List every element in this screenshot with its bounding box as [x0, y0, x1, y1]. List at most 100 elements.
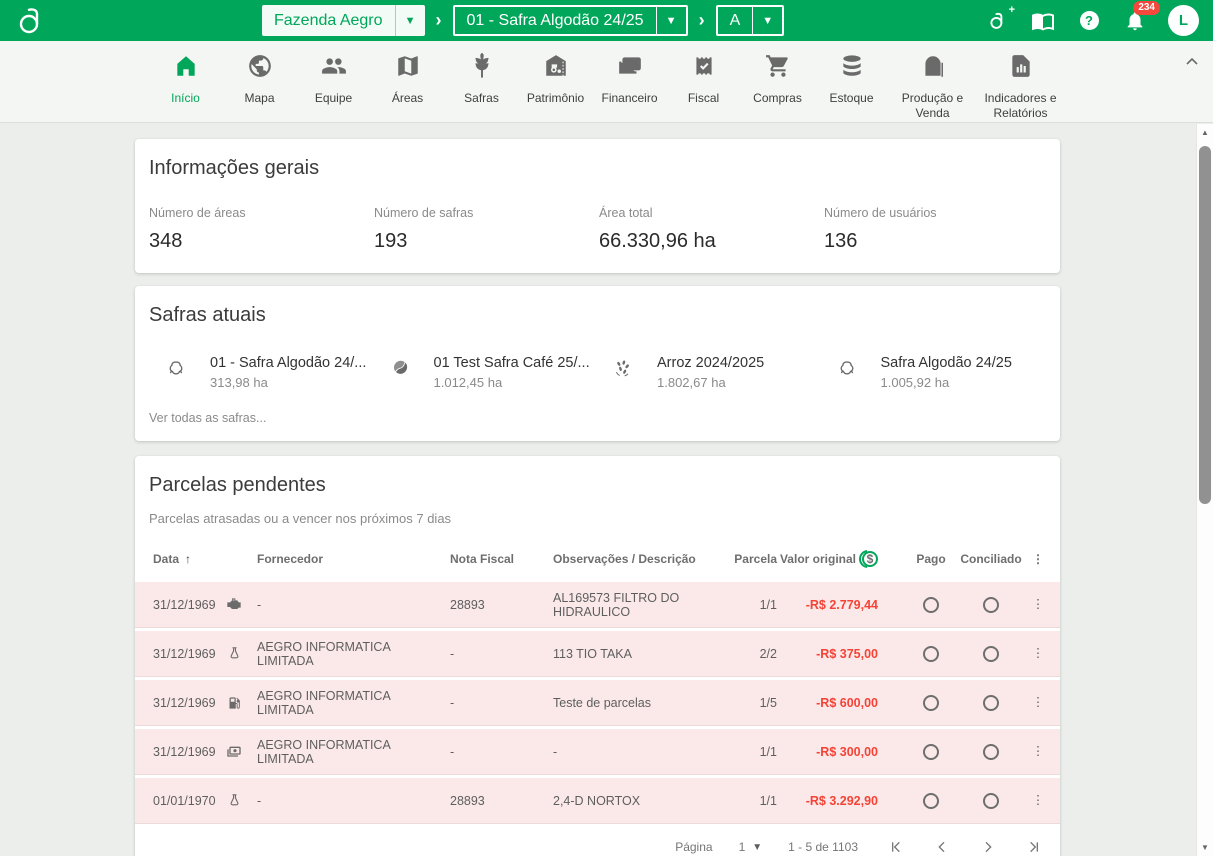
- row-menu-button[interactable]: ⋮: [1023, 794, 1053, 807]
- column-header-nota-fiscal[interactable]: Nota Fiscal: [450, 552, 535, 566]
- nav-item-equipe[interactable]: Equipe: [297, 53, 371, 121]
- paid-radio[interactable]: [923, 793, 939, 809]
- paid-radio[interactable]: [923, 744, 939, 760]
- cell-invoice: 28893: [450, 794, 535, 808]
- column-header-fornecedor[interactable]: Fornecedor: [257, 552, 437, 566]
- home-icon: [173, 53, 199, 84]
- cell-installment: 1/1: [728, 598, 777, 612]
- chevron-down-icon[interactable]: ▼: [395, 5, 425, 36]
- page-select[interactable]: 1 ▼: [739, 840, 763, 854]
- add-account-icon[interactable]: +: [984, 8, 1010, 34]
- nav-item-compras[interactable]: Compras: [741, 53, 815, 121]
- help-icon[interactable]: ?: [1076, 8, 1102, 34]
- cell-value: -R$ 375,00: [777, 647, 878, 661]
- first-page-button[interactable]: [888, 839, 904, 855]
- column-header-valor[interactable]: Valor original $: [777, 551, 878, 567]
- row-menu-button[interactable]: ⋮: [1023, 745, 1053, 758]
- collapse-nav-icon[interactable]: [1185, 53, 1199, 71]
- cell-value: -R$ 600,00: [777, 696, 878, 710]
- cell-supplier: AEGRO INFORMATICA LIMITADA: [257, 640, 437, 668]
- cell-description: AL169573 FILTRO DO HIDRAULICO: [553, 591, 728, 619]
- rice-icon: [613, 357, 637, 390]
- cell-date: 31/12/1969: [153, 647, 221, 661]
- cell-supplier: AEGRO INFORMATICA LIMITADA: [257, 689, 437, 717]
- nav-item-patrimonio[interactable]: Patrimônio: [519, 53, 593, 121]
- breadcrumb-separator-icon: ›: [425, 10, 453, 31]
- reconciled-radio[interactable]: [983, 646, 999, 662]
- chevron-down-icon[interactable]: ▼: [752, 7, 782, 34]
- sort-asc-icon: ↑: [185, 552, 191, 566]
- season-item[interactable]: Safra Algodão 24/25 1.005,92 ha: [837, 355, 1061, 390]
- season-item[interactable]: 01 Test Safra Café 25/... 1.012,45 ha: [390, 355, 614, 390]
- reconciled-radio[interactable]: [983, 744, 999, 760]
- row-menu-button[interactable]: ⋮: [1023, 647, 1053, 660]
- next-page-button[interactable]: [980, 839, 996, 855]
- column-header-data[interactable]: Data↑: [153, 552, 221, 566]
- nav-item-financeiro[interactable]: Financeiro: [593, 53, 667, 121]
- column-header-conciliado[interactable]: Conciliado: [959, 552, 1023, 566]
- cell-description: -: [553, 745, 728, 759]
- previous-page-button[interactable]: [934, 839, 950, 855]
- notification-count-badge: 234: [1133, 1, 1160, 15]
- scroll-down-icon[interactable]: ▼: [1197, 843, 1213, 852]
- wheat-icon: [469, 53, 495, 84]
- reconciled-radio[interactable]: [983, 597, 999, 613]
- nav-item-fiscal[interactable]: Fiscal: [667, 53, 741, 121]
- cell-value: -R$ 3.292,90: [777, 794, 878, 808]
- view-all-seasons-link[interactable]: Ver todas as safras...: [149, 411, 266, 425]
- last-page-button[interactable]: [1026, 839, 1042, 855]
- cell-supplier: -: [257, 794, 437, 808]
- scrollbar-thumb[interactable]: [1199, 146, 1211, 504]
- reconciled-radio[interactable]: [983, 793, 999, 809]
- cell-installment: 2/2: [728, 647, 777, 661]
- cell-description: Teste de parcelas: [553, 696, 728, 710]
- season-item[interactable]: Arroz 2024/2025 1.802,67 ha: [613, 355, 837, 390]
- silo-icon: [920, 53, 946, 84]
- column-header-parcela[interactable]: Parcela: [728, 552, 777, 566]
- knowledge-book-icon[interactable]: [1030, 8, 1056, 34]
- paid-radio[interactable]: [923, 597, 939, 613]
- vertical-scrollbar[interactable]: ▲ ▼: [1196, 124, 1213, 856]
- season-item[interactable]: 01 - Safra Algodão 24/... 313,98 ha: [166, 355, 390, 390]
- column-header-pago[interactable]: Pago: [903, 552, 959, 566]
- cell-invoice: -: [450, 647, 535, 661]
- cell-invoice: -: [450, 745, 535, 759]
- farm-selector[interactable]: Fazenda Aegro ▼: [262, 5, 425, 36]
- cell-value: -R$ 300,00: [777, 745, 878, 759]
- reconciled-radio[interactable]: [983, 695, 999, 711]
- nav-item-safras[interactable]: Safras: [445, 53, 519, 121]
- table-menu-button[interactable]: ⋮: [1023, 553, 1053, 565]
- receipt-check-icon: [691, 53, 717, 84]
- cell-invoice: 28893: [450, 598, 535, 612]
- paid-radio[interactable]: [923, 646, 939, 662]
- scroll-up-icon[interactable]: ▲: [1197, 128, 1213, 137]
- table-row[interactable]: 31/12/1969 AEGRO INFORMATICA LIMITADA - …: [135, 631, 1060, 677]
- nav-item-areas[interactable]: Áreas: [371, 53, 445, 121]
- area-selector[interactable]: A ▼: [716, 5, 785, 36]
- notifications-bell-icon[interactable]: 234: [1122, 8, 1148, 34]
- season-selector-label: 01 - Safra Algodão 24/25: [455, 12, 656, 30]
- breadcrumb: Fazenda Aegro ▼ › 01 - Safra Algodão 24/…: [262, 0, 784, 41]
- aegro-logo-icon[interactable]: [14, 5, 54, 37]
- nav-item-inicio[interactable]: Início: [149, 53, 223, 121]
- column-header-observacoes[interactable]: Observações / Descrição: [553, 552, 728, 566]
- season-selector[interactable]: 01 - Safra Algodão 24/25 ▼: [453, 5, 688, 36]
- nav-item-estoque[interactable]: Estoque: [815, 53, 889, 121]
- cell-date: 31/12/1969: [153, 745, 221, 759]
- cotton-icon: [837, 357, 861, 390]
- chevron-down-icon[interactable]: ▼: [656, 7, 686, 34]
- row-menu-button[interactable]: ⋮: [1023, 598, 1053, 611]
- table-row[interactable]: 31/12/1969 - 28893 AL169573 FILTRO DO HI…: [135, 582, 1060, 628]
- avatar[interactable]: L: [1168, 5, 1199, 36]
- stat-usuarios: Número de usuários 136: [824, 206, 1049, 253]
- row-menu-button[interactable]: ⋮: [1023, 696, 1053, 709]
- paid-radio[interactable]: [923, 695, 939, 711]
- nav-item-producao-e-venda[interactable]: Produção e Venda: [889, 53, 977, 121]
- table-row[interactable]: 31/12/1969 AEGRO INFORMATICA LIMITADA - …: [135, 680, 1060, 726]
- nav-item-indicadores-e-relatorios[interactable]: Indicadores e Relatórios: [977, 53, 1065, 121]
- nav-item-mapa[interactable]: Mapa: [223, 53, 297, 121]
- cell-description: 2,4-D NORTOX: [553, 794, 728, 808]
- fuel-pump-icon: [221, 695, 247, 711]
- table-row[interactable]: 31/12/1969 AEGRO INFORMATICA LIMITADA - …: [135, 729, 1060, 775]
- table-row[interactable]: 01/01/1970 - 28893 2,4-D NORTOX 1/1 -R$ …: [135, 778, 1060, 824]
